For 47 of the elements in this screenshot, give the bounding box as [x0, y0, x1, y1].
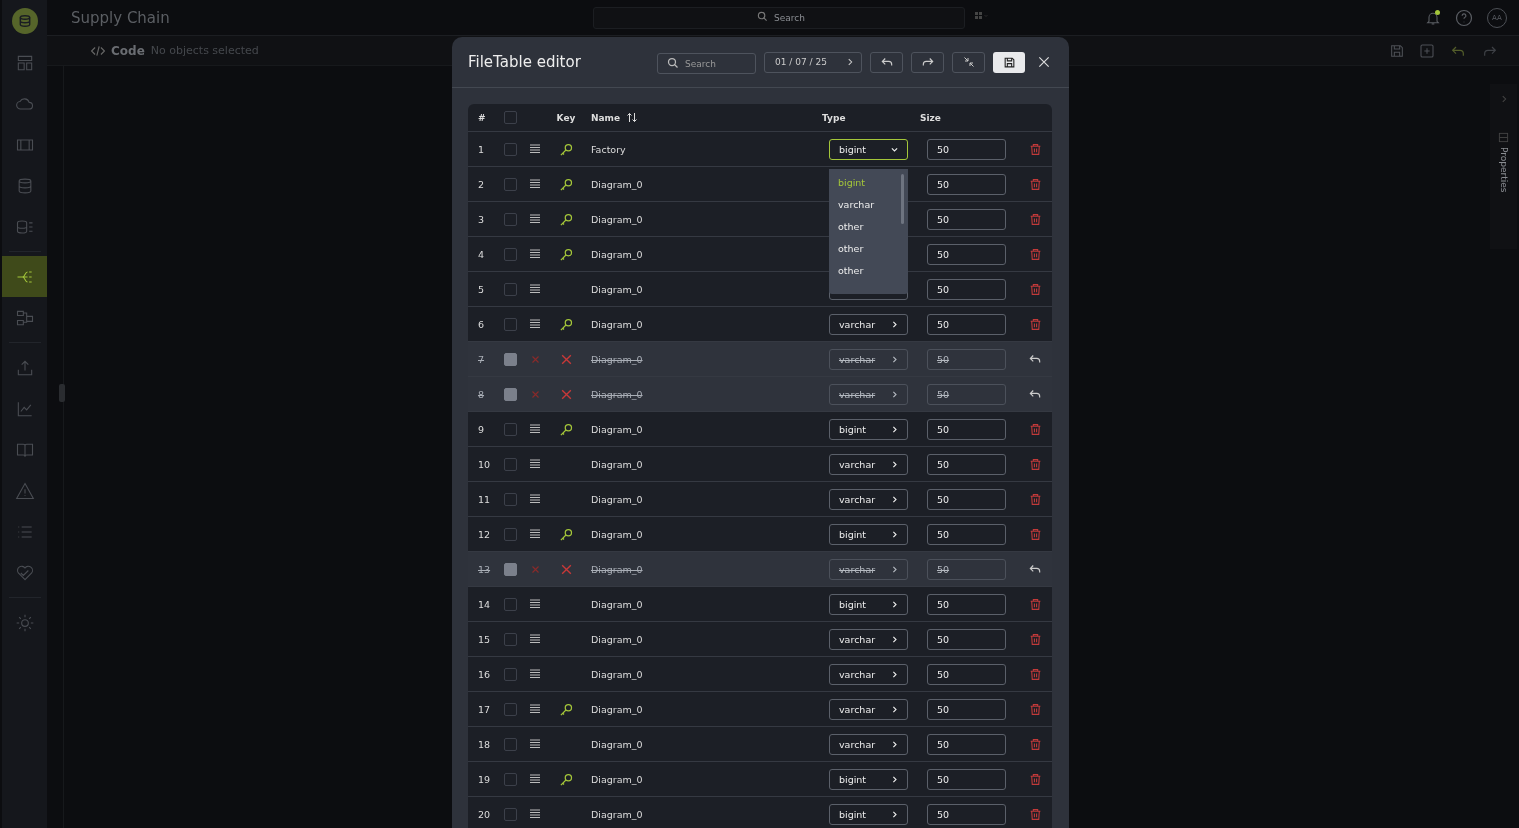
field-name: Factory: [590, 143, 627, 155]
field-name: Diagram_0: [590, 213, 644, 225]
row-number: 19: [477, 773, 492, 785]
field-name: Diagram_0: [590, 528, 644, 540]
row-number: 13: [477, 563, 492, 575]
row-number: 12: [477, 528, 492, 540]
field-name: Diagram_0: [590, 493, 644, 505]
row-number: 4: [477, 248, 486, 260]
row-number: 5: [477, 283, 486, 295]
field-name: Diagram_0: [590, 563, 644, 575]
row-number: 14: [477, 598, 492, 610]
row-number: 10: [477, 458, 492, 470]
field-name: Diagram_0: [590, 808, 644, 820]
row-number: 11: [477, 493, 492, 505]
row-number: 16: [477, 668, 492, 680]
column-header: Type: [822, 112, 847, 123]
field-name: Diagram_0: [590, 633, 644, 645]
field-name: Diagram_0: [590, 773, 644, 785]
dialog-title: FileTable editor: [468, 53, 581, 71]
row-number: 2: [477, 178, 486, 190]
row-number: 8: [477, 388, 486, 400]
app-title: Supply Chain: [71, 8, 170, 27]
toolbar-label: Code: [111, 43, 145, 58]
field-name: Diagram_0: [590, 178, 644, 190]
field-name: Diagram_0: [590, 738, 644, 750]
column-header: Key: [555, 112, 577, 123]
row-number: 15: [477, 633, 492, 645]
row-number: 18: [477, 738, 492, 750]
row-number: 1: [477, 143, 486, 155]
field-name: Diagram_0: [590, 423, 644, 435]
row-number: 9: [477, 423, 486, 435]
column-header: Size: [920, 112, 942, 123]
field-name: Diagram_0: [590, 668, 644, 680]
row-number: 6: [477, 318, 486, 330]
column-header: #: [477, 112, 487, 123]
field-name: Diagram_0: [590, 388, 644, 400]
row-number: 7: [477, 353, 486, 365]
row-number: 17: [477, 703, 492, 715]
row-number: 20: [477, 808, 492, 820]
field-name: Diagram_0: [590, 458, 644, 470]
field-name: Diagram_0: [590, 353, 644, 365]
field-name: Diagram_0: [590, 598, 644, 610]
field-name: Diagram_0: [590, 703, 644, 715]
field-name: Diagram_0: [590, 283, 644, 295]
row-number: 3: [477, 213, 486, 225]
field-name: Diagram_0: [590, 318, 644, 330]
field-name: Diagram_0: [590, 248, 644, 260]
